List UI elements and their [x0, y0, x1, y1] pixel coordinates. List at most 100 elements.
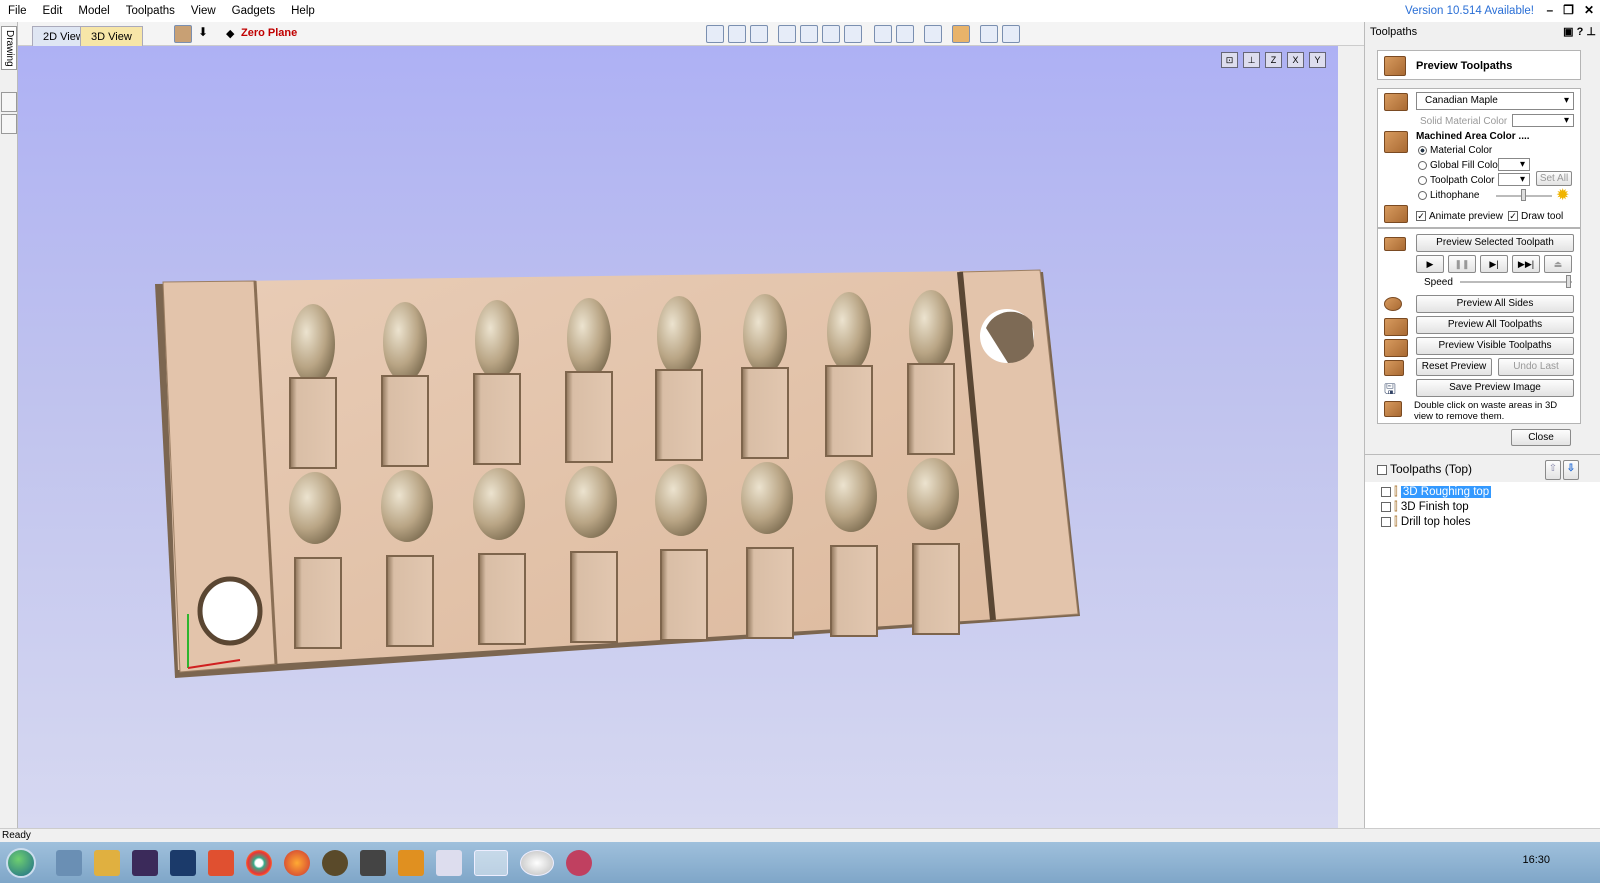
radio-lithophane[interactable]: Lithophane [1418, 190, 1480, 201]
pan-icon[interactable] [778, 25, 796, 43]
preview-selected-toolpath-button[interactable]: Preview Selected Toolpath [1416, 234, 1574, 252]
zoom-out-icon[interactable] [844, 25, 862, 43]
save-preview-image-button[interactable]: Save Preview Image [1416, 379, 1574, 397]
radio-button[interactable] [1418, 145, 1427, 155]
select-all-checkbox[interactable] [1377, 464, 1387, 475]
toolpath-item[interactable]: ⫿ 3D Roughing top [1381, 486, 1492, 499]
help-icon[interactable]: ? [1577, 26, 1584, 38]
checkbox[interactable]: ✓ [1416, 211, 1426, 222]
app-icon[interactable] [566, 849, 592, 876]
radio-global-fill-color[interactable]: Global Fill Color [1418, 160, 1501, 171]
menu-gadgets[interactable]: Gadgets [224, 0, 283, 22]
radio-toolpath-color[interactable]: Toolpath Color [1418, 175, 1494, 186]
close-icon[interactable]: ✕ [1584, 3, 1594, 17]
checkbox[interactable] [1381, 501, 1391, 512]
app-icon[interactable] [360, 849, 386, 876]
global-fill-swatch[interactable] [1498, 158, 1530, 171]
view-y-icon[interactable]: Y [1309, 52, 1326, 68]
drawing-tab[interactable]: Drawing [1, 26, 17, 70]
light-sun-icon[interactable]: ✹ [1556, 185, 1569, 205]
fast-forward-button[interactable]: ▶▶| [1512, 255, 1540, 273]
zoom-in-icon[interactable] [822, 25, 840, 43]
app-icon[interactable] [436, 849, 462, 876]
split-vertical-icon[interactable] [1002, 25, 1020, 43]
minimize-icon[interactable]: – [1546, 3, 1553, 17]
firefox-icon[interactable] [284, 849, 310, 876]
radio-button[interactable] [1418, 190, 1427, 200]
speed-slider-thumb[interactable] [1566, 275, 1571, 288]
side-tab-button[interactable] [1, 92, 17, 112]
preview-visible-toolpaths-button[interactable]: Preview Visible Toolpaths [1416, 337, 1574, 355]
radio-button[interactable] [1418, 175, 1427, 185]
undo-last-button[interactable]: Undo Last [1498, 358, 1574, 376]
render-icon[interactable] [924, 25, 942, 43]
chrome-icon[interactable] [246, 849, 272, 876]
pause-button[interactable]: ❚❚ [1448, 255, 1476, 273]
photoshop-icon[interactable] [170, 849, 196, 876]
radio-material-color[interactable]: Material Color [1418, 145, 1492, 156]
lithophane-slider-thumb[interactable] [1521, 189, 1526, 201]
start-button[interactable] [6, 847, 36, 878]
zoom-icon[interactable] [800, 25, 818, 43]
material-icon[interactable] [174, 25, 192, 43]
premiere-icon[interactable] [132, 849, 158, 876]
view-z-icon[interactable]: Z [1265, 52, 1282, 68]
menu-edit[interactable]: Edit [35, 0, 71, 22]
step-button[interactable]: ▶| [1480, 255, 1508, 273]
folder-icon[interactable] [94, 849, 120, 876]
view-iso-icon[interactable]: ⊡ [1221, 52, 1238, 68]
side-tab-button[interactable] [1, 114, 17, 134]
grid-app-icon[interactable] [56, 849, 82, 876]
material-select[interactable]: Canadian Maple [1416, 92, 1574, 110]
snap-icon[interactable] [874, 25, 892, 43]
reset-preview-icon [1384, 360, 1404, 376]
pin-icon[interactable]: ⊥ [1586, 26, 1596, 38]
checkbox[interactable] [1381, 486, 1391, 497]
close-button[interactable]: Close [1511, 429, 1571, 446]
animate-preview-checkbox[interactable]: ✓ Animate preview [1416, 211, 1503, 222]
vectric-app-icon[interactable] [474, 849, 508, 876]
play-button[interactable]: ▶ [1416, 255, 1444, 273]
3d-viewport[interactable]: ⊡ ⊥ Z X Y [18, 46, 1338, 828]
shaded-icon[interactable] [952, 25, 970, 43]
toolpath-color-swatch[interactable] [1498, 173, 1530, 186]
preview-all-sides-button[interactable]: Preview All Sides [1416, 295, 1574, 313]
draw-tool-checkbox[interactable]: ✓ Draw tool [1508, 211, 1563, 222]
checkbox[interactable] [1381, 516, 1391, 527]
menu-file[interactable]: File [0, 0, 35, 22]
menu-toolpaths[interactable]: Toolpaths [118, 0, 183, 22]
toolpath-item[interactable]: ⫿ Drill top holes [1381, 516, 1471, 529]
machined-area-color-label: Machined Area Color .... [1416, 131, 1530, 142]
menu-model[interactable]: Model [70, 0, 117, 22]
tab-3d-view[interactable]: 3D View [80, 26, 143, 46]
preview-controls: Preview Selected Toolpath ▶ ❚❚ ▶| ▶▶| ⏏ … [1377, 228, 1581, 424]
menu-help[interactable]: Help [283, 0, 323, 22]
eject-button[interactable]: ⏏ [1544, 255, 1572, 273]
view-x-icon[interactable]: X [1287, 52, 1304, 68]
app-icon[interactable] [520, 849, 554, 876]
layers-icon[interactable] [896, 25, 914, 43]
toolpath-item[interactable]: ⫿ 3D Finish top [1381, 501, 1469, 514]
set-all-button[interactable]: Set All [1536, 171, 1572, 186]
zoom-box-icon[interactable] [728, 25, 746, 43]
menu-view[interactable]: View [183, 0, 224, 22]
view-top-icon[interactable]: ⊥ [1243, 52, 1260, 68]
version-link[interactable]: Version 10.514 Available! [1405, 0, 1534, 22]
move-down-icon[interactable]: ⇩ [1563, 460, 1579, 480]
zoom-extents-icon[interactable] [706, 25, 724, 43]
radio-button[interactable] [1418, 160, 1427, 170]
dock-icon[interactable]: ▣ [1563, 26, 1573, 38]
preview-all-toolpaths-button[interactable]: Preview All Toolpaths [1416, 316, 1574, 334]
move-up-icon[interactable]: ⇧ [1545, 460, 1561, 480]
zero-plane-dropdown[interactable]: Zero Plane [241, 27, 297, 39]
solid-color-swatch[interactable] [1512, 114, 1574, 127]
split-horizontal-icon[interactable] [980, 25, 998, 43]
grid-icon[interactable] [750, 25, 768, 43]
speed-slider[interactable] [1460, 281, 1572, 283]
reset-preview-button[interactable]: Reset Preview [1416, 358, 1492, 376]
app-icon[interactable] [398, 849, 424, 876]
checkbox[interactable]: ✓ [1508, 211, 1518, 222]
acrobat-icon[interactable] [208, 849, 234, 876]
app-icon[interactable] [322, 849, 348, 876]
restore-icon[interactable]: ❐ [1563, 3, 1574, 17]
